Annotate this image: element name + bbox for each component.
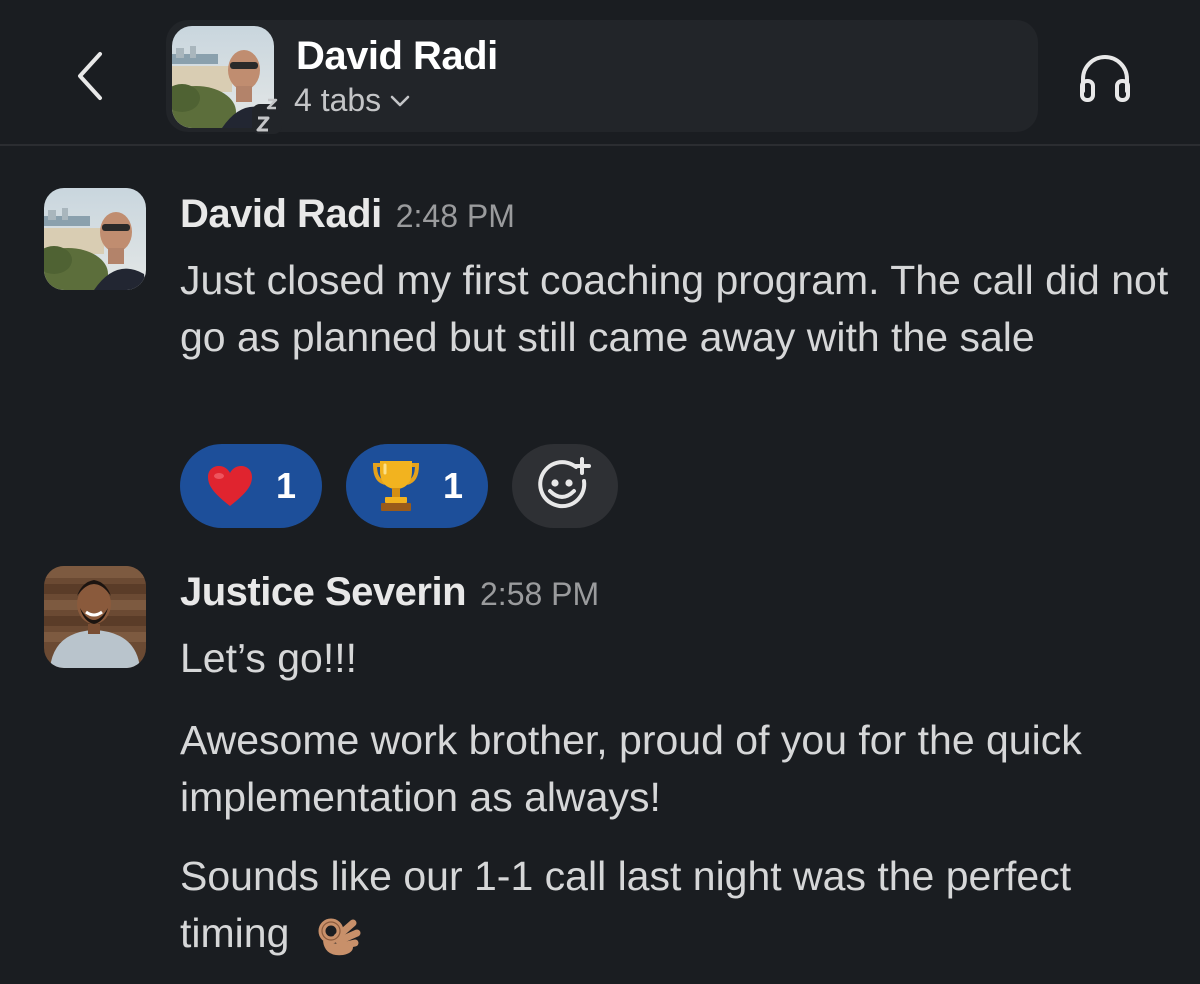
chevron-down-icon bbox=[390, 95, 410, 106]
reaction-heart[interactable]: 1 bbox=[180, 444, 322, 528]
reaction-count: 1 bbox=[442, 465, 464, 506]
dm-conversation-screen: David Radi 4 tabs David Radi 2:48 PM Jus… bbox=[0, 0, 1200, 984]
add-reaction-button[interactable] bbox=[512, 444, 618, 528]
message-text: Awesome work brother, proud of you for t… bbox=[180, 717, 1082, 820]
trophy-icon bbox=[372, 461, 419, 511]
huddle-button[interactable] bbox=[1074, 50, 1136, 106]
author-name[interactable]: David Radi bbox=[180, 192, 382, 237]
message-header: Justice Severin 2:58 PM bbox=[180, 570, 599, 615]
conversation-title-button[interactable]: David Radi 4 tabs bbox=[166, 20, 1038, 134]
message-text: Let’s go!!! bbox=[180, 635, 358, 681]
conversation-header: David Radi 4 tabs bbox=[0, 0, 1200, 146]
timestamp: 2:58 PM bbox=[480, 576, 600, 612]
chevron-left-icon bbox=[78, 52, 102, 100]
message-text: Sounds like our 1-1 call last night was … bbox=[180, 848, 1170, 962]
back-button[interactable] bbox=[62, 48, 118, 104]
away-zz-icon bbox=[252, 98, 282, 134]
author-name[interactable]: Justice Severin bbox=[180, 570, 467, 615]
ok-hand-icon bbox=[313, 911, 363, 961]
reactions-bar: 1 1 bbox=[180, 444, 618, 528]
tabs-label: 4 tabs bbox=[294, 82, 382, 118]
avatar[interactable] bbox=[44, 188, 146, 290]
tabs-selector[interactable]: 4 tabs bbox=[294, 82, 411, 119]
heart-icon bbox=[207, 466, 252, 506]
add-emoji-icon bbox=[538, 457, 591, 509]
headphones-icon bbox=[1080, 55, 1130, 102]
message-header: David Radi 2:48 PM bbox=[180, 192, 515, 237]
reaction-count: 1 bbox=[275, 465, 297, 506]
contact-name: David Radi bbox=[296, 34, 498, 78]
timestamp: 2:48 PM bbox=[395, 198, 515, 234]
avatar[interactable] bbox=[44, 566, 146, 668]
message-text: Just closed my first coaching program. T… bbox=[180, 257, 1169, 360]
reaction-trophy[interactable]: 1 bbox=[346, 444, 488, 528]
